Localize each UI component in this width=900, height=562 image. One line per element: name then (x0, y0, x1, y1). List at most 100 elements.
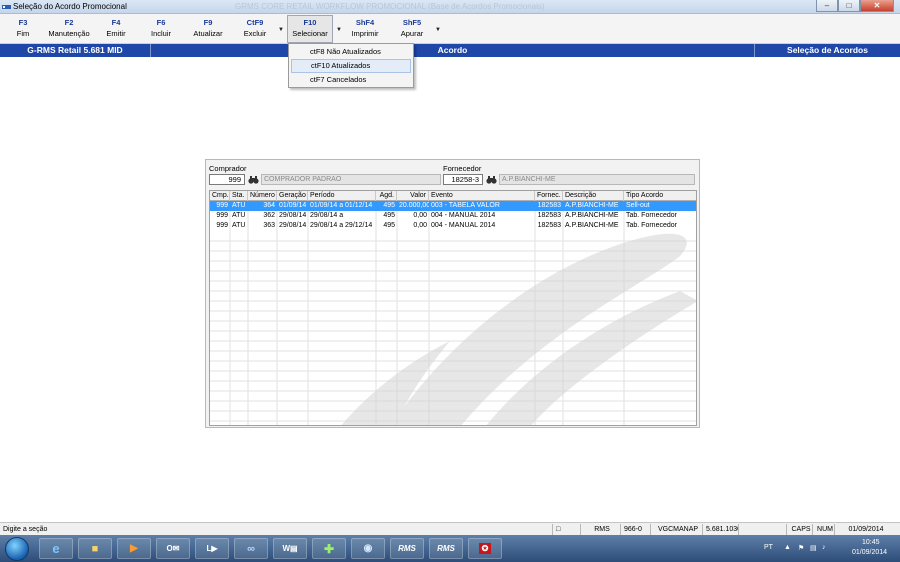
internet-explorer-icon[interactable]: e (39, 538, 73, 559)
apurar-button[interactable]: ShF5 Apurar (397, 17, 427, 39)
app-infinity-icon[interactable]: ∞ (234, 538, 268, 559)
emitir-label: Emitir (106, 29, 126, 38)
table-row[interactable]: 999 ATU 363 29/08/14 29/08/14 a 29/12/14… (210, 221, 696, 231)
comprador-code-field[interactable]: 999 (209, 174, 245, 185)
cell-fornec: 182583 (537, 202, 561, 209)
minimize-button[interactable]: – (816, 0, 838, 12)
manutencao-label: Manutenção (48, 29, 90, 38)
selecionar-dropdown-icon[interactable]: ▼ (336, 27, 342, 33)
cell-descricao: A.P.BIANCHI-ME (565, 222, 619, 229)
app-plus-icon[interactable]: ✚ (312, 538, 346, 559)
comprador-label: Comprador (209, 164, 247, 173)
clock-date[interactable]: 01/09/2014 (852, 549, 887, 556)
excluir-key: CtF9 (246, 18, 264, 27)
section-title: Acordo (151, 44, 755, 57)
window-ghost-title: GRMS CORE RETAIL WORKFLOW PROMOCIONAL (B… (235, 2, 545, 11)
table-header: Cmp. Sta. Número Geração Período Agd. Va… (210, 191, 696, 201)
binoculars-icon[interactable] (248, 174, 259, 185)
col-descricao[interactable]: Descrição (563, 191, 624, 201)
fornecedor-label: Fornecedor (443, 164, 482, 173)
fornecedor-code-field[interactable]: 18258-3 (443, 174, 483, 185)
volume-icon[interactable]: ♪ (822, 544, 826, 551)
col-fornec[interactable]: Fornec. (535, 191, 563, 201)
network-icon[interactable]: ▤ (810, 544, 817, 552)
fim-label: Fim (16, 29, 30, 38)
selecionar-key: F10 (303, 18, 317, 27)
action-center-icon[interactable]: ⚑ (798, 544, 804, 552)
emitir-button[interactable]: F4 Emitir (102, 17, 130, 39)
atualizar-key: F9 (203, 18, 213, 27)
maximize-button[interactable]: □ (838, 0, 860, 12)
selecionar-button[interactable]: F10 Selecionar (287, 15, 333, 43)
col-periodo[interactable]: Período (308, 191, 376, 201)
apurar-label: Apurar (400, 29, 424, 38)
pdf-reader-icon[interactable]: ✪ (468, 538, 502, 559)
cell-sta: ATU (232, 212, 246, 219)
incluir-key: F6 (156, 18, 166, 27)
col-sta[interactable]: Sta. (230, 191, 248, 201)
manutencao-button[interactable]: F2 Manutenção (45, 17, 93, 39)
excluir-dropdown-icon[interactable]: ▼ (278, 27, 284, 33)
toolbar: F3 Fim F2 Manutenção F4 Emitir F6 Inclui… (0, 14, 900, 44)
binoculars-icon[interactable] (486, 174, 497, 185)
rms-app-label: RMS (398, 544, 416, 553)
status-system: RMS (580, 524, 620, 535)
cell-valor: 20.000,00 (399, 202, 429, 209)
col-valor[interactable]: Valor (397, 191, 429, 201)
header-band: G-RMS Retail 5.681 MID Acordo Seleção de… (0, 44, 900, 57)
incluir-button[interactable]: F6 Incluir (146, 17, 176, 39)
clock-time[interactable]: 10:45 (862, 539, 880, 546)
excluir-button[interactable]: CtF9 Excluir (239, 17, 271, 39)
rms-app-icon[interactable]: RMS (390, 538, 424, 559)
rms-app-icon-2[interactable]: RMS (429, 538, 463, 559)
app-globe-icon[interactable]: ◉ (351, 538, 385, 559)
atualizar-label: Atualizar (193, 29, 223, 38)
rms-app-label-2: RMS (437, 544, 455, 553)
cell-fornec: 182583 (537, 222, 561, 229)
cell-fornec: 182583 (537, 212, 561, 219)
cell-evento: 004 - MANUAL 2014 (431, 222, 496, 229)
cell-geracao: 29/08/14 (279, 222, 307, 229)
word-icon[interactable]: W▤ (273, 538, 307, 559)
show-hidden-icons-icon[interactable]: ▲ (784, 544, 791, 551)
menu-item-atualizados[interactable]: ctF10 Atualizados (291, 59, 411, 73)
language-indicator[interactable]: PT (764, 544, 773, 551)
status-date: 01/09/2014 (834, 524, 894, 535)
start-button[interactable] (5, 537, 29, 561)
imprimir-button[interactable]: ShF4 Imprimir (348, 17, 382, 39)
window-controls: – □ ✕ (816, 0, 894, 12)
media-player-icon[interactable]: ▶ (117, 538, 151, 559)
cell-tipo-acordo: Sell-out (626, 202, 650, 209)
outlook-icon[interactable]: O✉ (156, 538, 190, 559)
incluir-label: Incluir (150, 29, 171, 38)
cell-numero: 364 (263, 202, 275, 209)
col-cmp[interactable]: Cmp. (210, 191, 230, 201)
col-agd[interactable]: Agd. (376, 191, 397, 201)
col-tipo-acordo[interactable]: Tipo Acordo (624, 191, 696, 201)
status-caps: CAPS (786, 524, 812, 535)
menu-item-cancelados[interactable]: ctF7 Cancelados (291, 73, 411, 87)
apurar-dropdown-icon[interactable]: ▼ (435, 27, 441, 33)
col-numero[interactable]: Número (248, 191, 277, 201)
fim-button[interactable]: F3 Fim (11, 17, 35, 39)
cell-cmp: 999 (216, 202, 228, 209)
apurar-key: ShF5 (402, 18, 422, 27)
status-code: 966-0 (620, 524, 650, 535)
close-button[interactable]: ✕ (860, 0, 894, 12)
status-num: NUM (812, 524, 834, 535)
imprimir-key: ShF4 (355, 18, 375, 27)
col-geracao[interactable]: Geração (277, 191, 308, 201)
lync-icon[interactable]: L▶ (195, 538, 229, 559)
table-row[interactable]: 999 ATU 364 01/09/14 01/09/14 a 01/12/14… (210, 201, 696, 211)
folder-icon[interactable]: ■ (78, 538, 112, 559)
table-row[interactable]: 999 ATU 362 29/08/14 29/08/14 a 495 0,00… (210, 211, 696, 221)
atualizar-button[interactable]: F9 Atualizar (190, 17, 226, 39)
cell-agd: 495 (383, 202, 395, 209)
cell-agd: 495 (383, 212, 395, 219)
fornecedor-name-field: A.P.BIANCHI-ME (499, 174, 695, 185)
app-icon (2, 5, 11, 9)
maximize-icon: □ (846, 1, 852, 10)
col-evento[interactable]: Evento (429, 191, 535, 201)
watermark-logo (210, 201, 696, 425)
menu-item-nao-atualizados[interactable]: ctF8 Não Atualizados (291, 45, 411, 59)
